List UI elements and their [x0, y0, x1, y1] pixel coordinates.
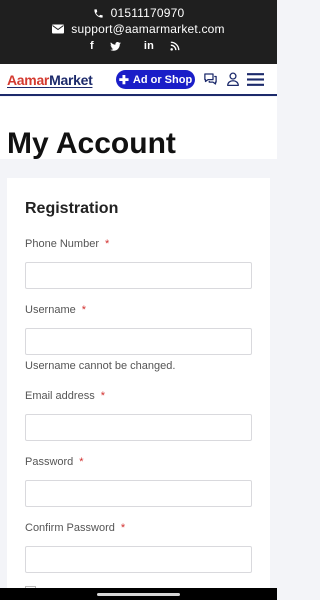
- site-logo[interactable]: AamarMarket: [7, 72, 93, 88]
- username-label-text: Username: [25, 304, 76, 316]
- home-gesture-pill[interactable]: [97, 593, 180, 596]
- social-links: f in: [0, 40, 277, 52]
- required-mark: *: [105, 238, 110, 250]
- required-mark: *: [81, 304, 87, 316]
- linkedin-icon[interactable]: in: [144, 40, 154, 52]
- plus-icon: ✚: [118, 72, 129, 87]
- chat-icon[interactable]: [203, 72, 218, 86]
- registration-card: Registration Phone Number * Username * Use…: [7, 178, 270, 600]
- twitter-icon[interactable]: [109, 41, 121, 51]
- phone-number-label-text: Phone Number: [25, 238, 99, 250]
- contact-bar: 01511170970 support@aamarmarket.com f in: [0, 0, 277, 64]
- main-content: My Account Registration Phone Number * Us…: [0, 97, 277, 600]
- registration-title: Registration: [25, 200, 119, 217]
- email-label-text: Email address: [25, 390, 95, 402]
- password-label: Password *: [25, 456, 84, 468]
- confirm-password-label-text: Confirm Password: [25, 522, 115, 534]
- required-mark: *: [120, 522, 126, 534]
- ad-or-shop-label: Ad or Shop: [132, 73, 193, 86]
- phone-row[interactable]: 01511170970: [0, 6, 277, 20]
- password-input[interactable]: [25, 480, 252, 507]
- phone-icon: [93, 8, 103, 18]
- email-address[interactable]: support@aamarmarket.com: [71, 22, 225, 36]
- menu-icon[interactable]: [247, 73, 264, 86]
- phone-number[interactable]: 01511170970: [111, 6, 185, 20]
- confirm-password-input[interactable]: [25, 546, 252, 573]
- email-input[interactable]: [25, 414, 252, 441]
- logo-part-2: Market: [49, 72, 93, 88]
- title-section: My Account: [0, 97, 277, 160]
- required-mark: *: [100, 390, 105, 402]
- logo-part-1: Aamar: [7, 72, 50, 88]
- ad-or-shop-button[interactable]: ✚ Ad or Shop: [116, 70, 195, 89]
- username-hint: Username cannot be changed.: [25, 360, 176, 372]
- username-input[interactable]: [25, 328, 252, 355]
- page-title: My Account: [7, 127, 176, 160]
- phone-number-input[interactable]: [25, 262, 252, 289]
- required-mark: *: [79, 456, 84, 468]
- email-label: Email address *: [25, 390, 105, 402]
- rss-icon[interactable]: [170, 41, 180, 51]
- user-icon[interactable]: [227, 72, 239, 86]
- password-label-text: Password: [25, 456, 74, 468]
- email-row[interactable]: support@aamarmarket.com: [0, 22, 277, 36]
- username-label: Username *: [25, 304, 86, 316]
- phone-number-label: Phone Number *: [25, 238, 109, 250]
- facebook-icon[interactable]: f: [90, 40, 94, 52]
- site-header: AamarMarket ✚ Ad or Shop: [0, 64, 277, 96]
- envelope-icon: [52, 24, 65, 34]
- confirm-password-label: Confirm Password *: [25, 522, 125, 534]
